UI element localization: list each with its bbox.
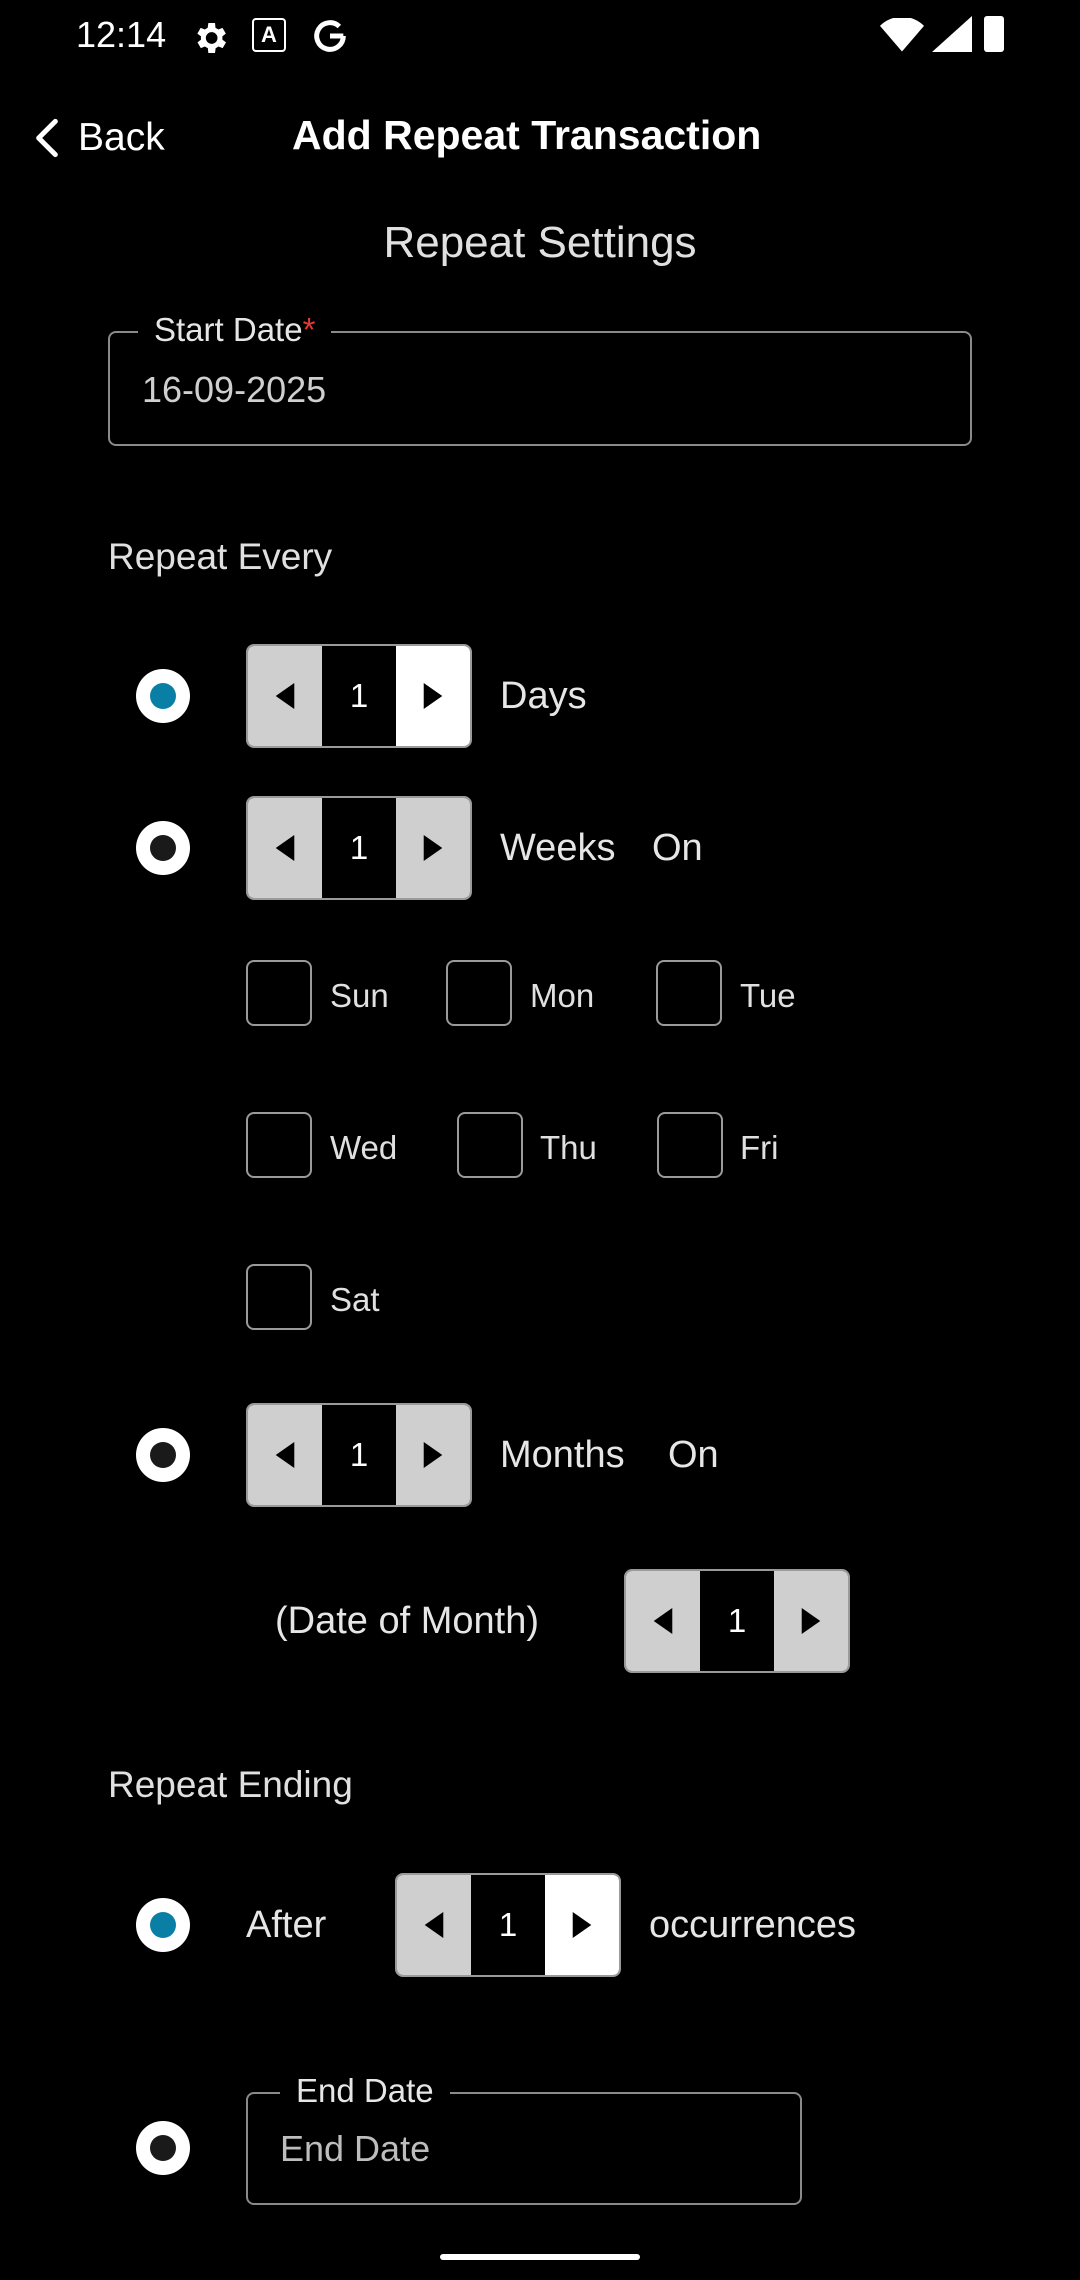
caret-right-icon: [801, 1608, 821, 1634]
months-on-label: On: [668, 1434, 719, 1476]
checkbox-label-fri: Fri: [740, 1129, 779, 1166]
start-date-value: 16-09-2025: [142, 369, 327, 410]
checkbox-label-sat: Sat: [330, 1281, 380, 1318]
repeat-ending-heading: Repeat Ending: [108, 1764, 353, 1805]
date-of-month-increment-button[interactable]: [774, 1571, 848, 1671]
caret-left-icon: [653, 1608, 673, 1634]
days-decrement-button[interactable]: [248, 646, 322, 746]
date-of-month-value: 1: [727, 1602, 747, 1639]
days-label: Days: [500, 675, 587, 717]
battery-icon: [984, 16, 1004, 52]
date-of-month-label: (Date of Month): [275, 1600, 539, 1642]
checkbox-label-mon: Mon: [530, 977, 595, 1014]
checkbox-mon[interactable]: [446, 960, 512, 1026]
date-of-month-stepper[interactable]: 1: [624, 1569, 850, 1673]
occurrences-value: 1: [498, 1906, 518, 1943]
gear-icon: [197, 23, 226, 53]
after-label: After: [246, 1904, 327, 1946]
required-mark: *: [302, 311, 316, 348]
caret-right-icon: [423, 835, 443, 861]
date-of-month-decrement-button[interactable]: [626, 1571, 700, 1671]
section-title: Repeat Settings: [383, 218, 697, 267]
g-icon: [314, 20, 346, 52]
weeks-on-label: On: [652, 827, 703, 869]
days-value: 1: [349, 677, 369, 714]
checkbox-sun[interactable]: [246, 960, 312, 1026]
checkbox-label-sun: Sun: [330, 977, 389, 1014]
start-date-field[interactable]: Start Date* 16-09-2025: [108, 311, 972, 446]
months-value: 1: [349, 1436, 369, 1473]
months-radio[interactable]: [136, 1428, 190, 1482]
days-increment-button[interactable]: [396, 646, 470, 746]
checkbox-label-thu: Thu: [540, 1129, 597, 1166]
weeks-value: 1: [349, 829, 369, 866]
months-stepper[interactable]: 1: [246, 1403, 472, 1507]
page-title: Add Repeat Transaction: [292, 112, 762, 158]
a-icon: A: [252, 18, 286, 52]
checkbox-fri[interactable]: [657, 1112, 723, 1178]
weeks-label: Weeks: [500, 827, 616, 869]
end-date-radio[interactable]: [136, 2121, 190, 2175]
caret-right-icon: [423, 683, 443, 709]
chevron-left-icon: [36, 118, 58, 158]
status-time: 12:14: [76, 14, 167, 55]
after-radio[interactable]: [136, 1898, 190, 1952]
caret-left-icon: [275, 835, 295, 861]
home-indicator[interactable]: [440, 2254, 640, 2260]
back-button[interactable]: Back: [34, 108, 165, 168]
back-label: Back: [78, 116, 165, 159]
wifi-icon: [880, 18, 924, 52]
checkbox-wed[interactable]: [246, 1112, 312, 1178]
caret-left-icon: [275, 1442, 295, 1468]
caret-right-icon: [572, 1912, 592, 1938]
days-stepper[interactable]: 1: [246, 644, 472, 748]
checkbox-label-tue: Tue: [740, 977, 796, 1014]
occurrences-increment-button[interactable]: [545, 1875, 619, 1975]
weeks-increment-button[interactable]: [396, 798, 470, 898]
end-date-field[interactable]: End Date End Date: [246, 2072, 802, 2205]
days-radio[interactable]: [136, 669, 190, 723]
start-date-label: Start Date*: [138, 311, 332, 349]
caret-right-icon: [423, 1442, 443, 1468]
checkbox-thu[interactable]: [457, 1112, 523, 1178]
caret-left-icon: [424, 1912, 444, 1938]
occurrences-stepper[interactable]: 1: [395, 1873, 621, 1977]
checkbox-label-wed: Wed: [330, 1129, 398, 1166]
occurrences-label: occurrences: [649, 1904, 856, 1946]
occurrences-decrement-button[interactable]: [397, 1875, 471, 1975]
months-label: Months: [500, 1434, 625, 1476]
caret-left-icon: [275, 683, 295, 709]
months-increment-button[interactable]: [396, 1405, 470, 1505]
weeks-decrement-button[interactable]: [248, 798, 322, 898]
end-date-label: End Date: [280, 2072, 450, 2110]
months-decrement-button[interactable]: [248, 1405, 322, 1505]
end-date-placeholder: End Date: [280, 2128, 431, 2169]
weeks-radio[interactable]: [136, 821, 190, 875]
signal-icon: [932, 16, 972, 52]
repeat-every-heading: Repeat Every: [108, 536, 333, 577]
checkbox-tue[interactable]: [656, 960, 722, 1026]
checkbox-sat[interactable]: [246, 1264, 312, 1330]
weeks-stepper[interactable]: 1: [246, 796, 472, 900]
